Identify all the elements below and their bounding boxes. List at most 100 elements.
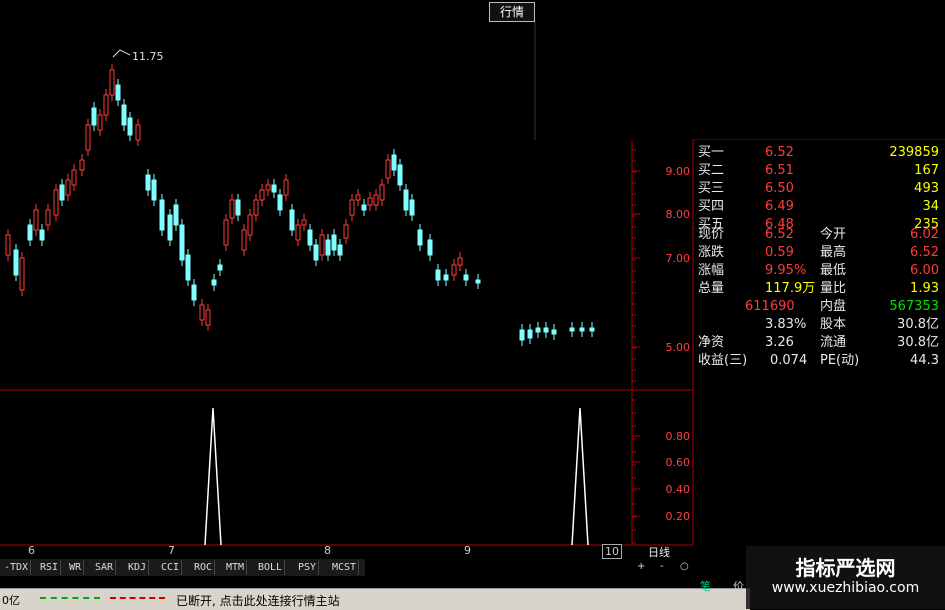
tab-kdj[interactable]: KDJ	[126, 560, 150, 575]
candle-body	[451, 264, 457, 276]
candle-body	[457, 257, 463, 266]
candle-body	[385, 159, 391, 179]
price-tick-label: 5.00	[666, 341, 691, 354]
candle-body	[253, 199, 259, 216]
candle-body	[229, 199, 235, 219]
tab-quote[interactable]: 行情	[489, 2, 535, 22]
x-label: 8	[324, 544, 331, 557]
candle-body	[319, 234, 325, 256]
candle-body	[331, 234, 337, 251]
candle-body	[409, 199, 415, 216]
candle-body	[121, 104, 127, 126]
tab-tdx[interactable]: -TDX	[2, 560, 32, 575]
tab-mtm[interactable]: MTM	[224, 560, 248, 575]
candle-body	[71, 169, 77, 186]
candle-body	[435, 269, 441, 281]
candle-body	[167, 214, 173, 241]
candle-body	[135, 124, 141, 141]
quote-panel: 买一 6.52 239859 买二 6.51 167 买三 6.50 493 买…	[695, 140, 945, 540]
candle-body	[265, 184, 271, 191]
zoom-out-button[interactable]: -	[660, 561, 664, 572]
connect-link[interactable]: 已断开, 点击此处连接行情主站	[176, 592, 340, 609]
candle-body	[527, 329, 533, 339]
candle-body	[79, 159, 85, 171]
candle-body	[179, 224, 185, 261]
tab-boll[interactable]: BOLL	[256, 560, 286, 575]
x-label: 7	[168, 544, 175, 557]
candle-body	[367, 197, 373, 206]
candle-body	[349, 199, 355, 216]
candle-body	[579, 327, 585, 332]
status-bar: 0亿 已断开, 点击此处连接行情主站	[0, 588, 750, 610]
candle-body	[283, 179, 289, 196]
candle-body	[33, 209, 39, 231]
candle-body	[53, 189, 59, 216]
indicator-tick-label: 0.60	[666, 456, 691, 469]
reset-button[interactable]: ○	[680, 561, 689, 572]
candle-body	[85, 124, 91, 151]
candle-body	[127, 117, 133, 136]
candle-body	[151, 179, 157, 201]
bottom-tab-bi[interactable]: 笔	[700, 578, 711, 594]
price-tick-label: 8.00	[666, 208, 691, 221]
candle-body	[271, 184, 277, 193]
candle-body	[463, 274, 469, 281]
price-tick-label: 9.00	[666, 165, 691, 178]
price-tick-label: 7.00	[666, 252, 691, 265]
candle-body	[337, 244, 343, 256]
candle-body	[173, 204, 179, 226]
candle-body	[5, 234, 11, 256]
tab-sar[interactable]: SAR	[93, 560, 117, 575]
candle-body	[325, 239, 331, 256]
candle-body	[307, 229, 313, 246]
candle-body	[519, 329, 525, 341]
title-bar: 行情	[0, 0, 540, 22]
tab-roc[interactable]: ROC	[192, 560, 216, 575]
candle-body	[235, 199, 241, 216]
candle-body	[97, 114, 103, 131]
candle-body	[443, 274, 449, 281]
candle-body	[301, 219, 307, 226]
candle-body	[109, 69, 115, 96]
candle-body	[355, 194, 361, 201]
candle-body	[91, 107, 97, 126]
candle-body	[39, 229, 45, 241]
tab-rsi[interactable]: RSI	[38, 560, 62, 575]
candle-body	[45, 209, 51, 226]
candle-body	[551, 329, 557, 335]
candle-body	[59, 184, 65, 201]
candle-body	[343, 224, 349, 239]
candle-body	[313, 244, 319, 261]
tab-psy[interactable]: PSY	[296, 560, 320, 575]
candle-body	[373, 194, 379, 206]
candle-body	[589, 327, 595, 332]
candle-body	[65, 179, 71, 196]
candle-body	[289, 209, 295, 231]
candle-body	[259, 189, 265, 201]
candle-body	[19, 257, 25, 291]
x-label: 10	[602, 544, 622, 559]
candle-body	[185, 254, 191, 281]
status-left: 0亿	[2, 594, 20, 607]
candle-body	[205, 309, 211, 326]
bottom-tab-jia[interactable]: 价	[733, 578, 744, 594]
tab-wr[interactable]: WR	[67, 560, 85, 575]
indicator-tick-label: 0.20	[666, 510, 691, 523]
watermark-title: 指标严选网	[795, 556, 896, 580]
candle-body	[403, 189, 409, 211]
tab-mcst[interactable]: MCST	[330, 560, 360, 575]
candle-body	[295, 224, 301, 241]
high-price-label: 11.75	[132, 50, 164, 63]
x-label: 6	[28, 544, 35, 557]
indicator-tabs: -TDX RSI WR SAR KDJ CCI ROC MTM BOLL PSY…	[0, 559, 365, 576]
zoom-in-button[interactable]: +	[637, 561, 645, 572]
period-label[interactable]: 日线	[648, 544, 670, 560]
tab-cci[interactable]: CCI	[159, 560, 183, 575]
x-axis-labels: 6 7 8 9 10 日线	[0, 544, 695, 560]
connection-indicator	[110, 597, 165, 605]
candle-body	[397, 164, 403, 186]
candle-body	[159, 199, 165, 231]
candle-body	[569, 327, 575, 332]
candle-body	[391, 154, 397, 171]
candle-body	[361, 204, 367, 211]
